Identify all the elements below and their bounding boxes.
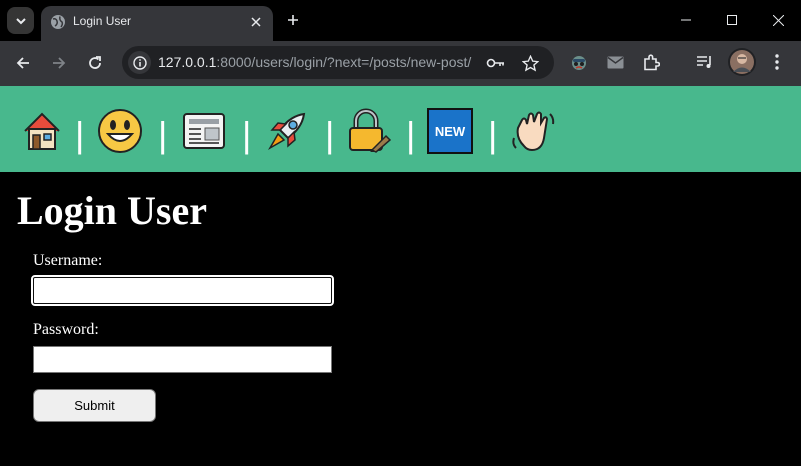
url-host: 127.0.0.1 — [158, 54, 217, 70]
info-icon — [132, 55, 147, 70]
close-window-button[interactable] — [755, 0, 801, 40]
extension-button[interactable] — [568, 51, 590, 73]
password-manager-button[interactable] — [486, 53, 506, 73]
newspaper-icon — [183, 113, 225, 149]
username-input[interactable] — [31, 275, 334, 306]
chevron-down-icon — [15, 17, 26, 24]
media-controls-button[interactable] — [694, 51, 716, 73]
maximize-icon — [727, 15, 737, 25]
new-tab-button[interactable] — [281, 8, 305, 32]
nav-separator: | — [242, 114, 252, 155]
browser-tab-strip: Login User — [0, 0, 801, 41]
submit-button[interactable]: Submit — [33, 389, 156, 422]
extensions-button[interactable] — [640, 51, 662, 73]
arrow-left-icon — [16, 57, 29, 69]
nav-separator: | — [158, 114, 168, 155]
nav-posts-link[interactable] — [181, 108, 227, 154]
site-navbar: | | | | | NEW | — [0, 86, 801, 172]
nav-logout-link[interactable] — [510, 108, 556, 154]
bookmark-button[interactable] — [520, 53, 540, 73]
url-path: :8000/users/login/?next=/posts/new-post/ — [216, 54, 472, 70]
maximize-button[interactable] — [709, 0, 755, 40]
tab-title: Login User — [73, 14, 132, 28]
new-badge-icon: NEW — [427, 108, 473, 154]
site-info-button[interactable] — [128, 51, 151, 74]
locked-with-pen-icon — [349, 108, 392, 153]
arrow-right-icon — [53, 57, 66, 69]
minimize-button[interactable] — [663, 0, 709, 40]
page-title: Login User — [17, 188, 207, 233]
puzzle-icon — [643, 53, 660, 70]
nav-home-link[interactable] — [19, 108, 65, 154]
close-icon — [251, 17, 261, 27]
reload-icon — [89, 56, 101, 69]
password-label: Password: — [33, 321, 99, 338]
close-icon — [772, 14, 784, 26]
forward-button[interactable] — [45, 49, 73, 77]
menu-button[interactable] — [766, 51, 788, 73]
password-input[interactable] — [33, 346, 332, 373]
smiley-icon — [98, 109, 142, 153]
rocket-icon — [267, 112, 306, 151]
back-button[interactable] — [9, 49, 37, 77]
more-vertical-icon — [775, 54, 779, 70]
tab-close-button[interactable] — [247, 13, 265, 31]
reload-button[interactable] — [81, 49, 109, 77]
key-icon — [486, 58, 504, 68]
username-label: Username: — [33, 252, 103, 269]
nav-separator: | — [325, 114, 335, 155]
address-bar[interactable]: 127.0.0.1:8000/users/login/?next=/posts/… — [122, 46, 554, 79]
nav-separator: | — [488, 114, 498, 155]
playlist-music-icon — [697, 56, 711, 68]
home-icon — [24, 112, 60, 150]
browser-toolbar: 127.0.0.1:8000/users/login/?next=/posts/… — [0, 41, 801, 86]
star-icon — [521, 54, 539, 71]
globe-icon — [51, 15, 65, 29]
nav-new-post-link[interactable]: NEW — [427, 108, 473, 154]
nav-profile-link[interactable] — [97, 108, 143, 154]
profile-button[interactable] — [728, 48, 756, 76]
url-text: 127.0.0.1:8000/users/login/?next=/posts/… — [158, 54, 471, 70]
plus-icon — [288, 15, 298, 25]
minimize-icon — [681, 19, 691, 21]
browser-tab[interactable]: Login User — [41, 6, 273, 41]
nav-launch-link[interactable] — [264, 108, 310, 154]
mail-icon — [607, 56, 623, 68]
nav-separator: | — [75, 114, 85, 155]
new-badge-text: NEW — [435, 124, 466, 139]
mail-extension-button[interactable] — [604, 51, 626, 73]
waving-hand-icon — [512, 111, 555, 152]
spy-extension-icon — [572, 56, 586, 70]
nav-login-link[interactable] — [346, 108, 392, 154]
tab-search-button[interactable] — [7, 7, 34, 34]
nav-separator: | — [406, 114, 416, 155]
avatar — [730, 50, 754, 74]
